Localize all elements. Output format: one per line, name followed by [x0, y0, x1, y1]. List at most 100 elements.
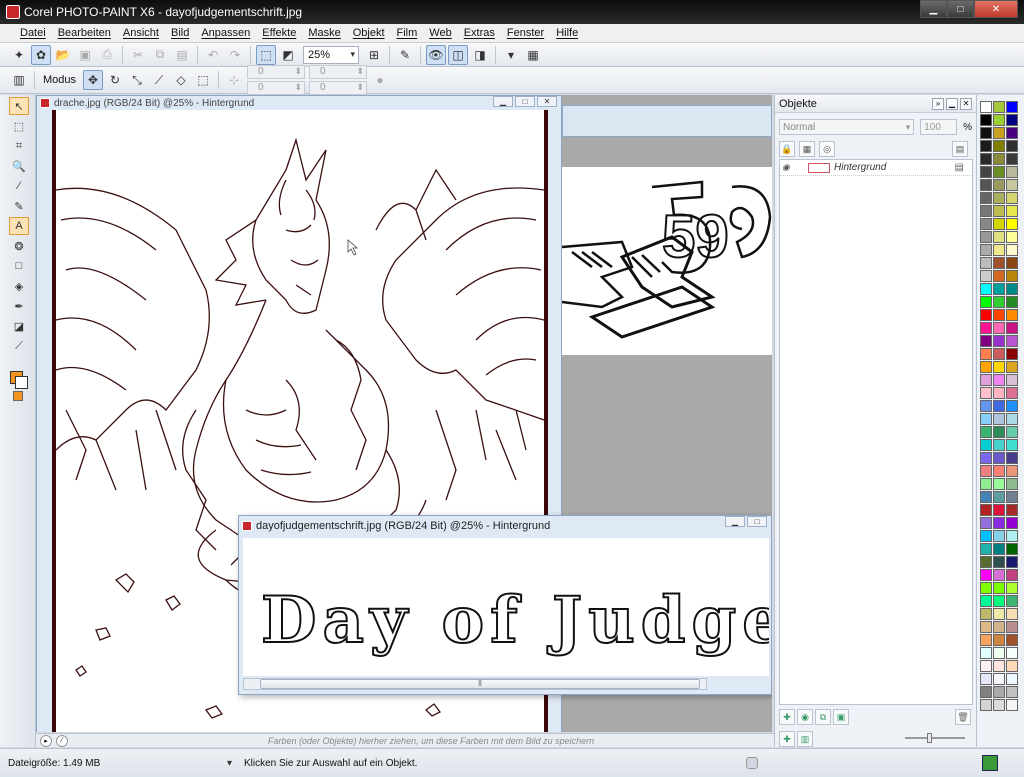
- color-swatch[interactable]: [1006, 647, 1018, 659]
- color-swatch[interactable]: [1006, 205, 1018, 217]
- maximize-button[interactable]: □: [947, 0, 974, 18]
- color-swatch[interactable]: [980, 322, 992, 334]
- apply-icon[interactable]: ●: [370, 70, 390, 90]
- color-swatch[interactable]: [1006, 465, 1018, 477]
- color-swatch[interactable]: [993, 582, 1005, 594]
- width-field[interactable]: 0: [309, 65, 368, 79]
- color-swatch[interactable]: [1006, 387, 1018, 399]
- menu-item-ansicht[interactable]: Ansicht: [117, 27, 165, 39]
- menu-item-effekte[interactable]: Effekte: [256, 27, 302, 39]
- color-swatch[interactable]: [993, 452, 1005, 464]
- color-swatch[interactable]: [980, 283, 992, 295]
- document-title-bar[interactable]: drache.jpg (RGB/24 Bit) @25% - Hintergru…: [37, 96, 561, 110]
- visibility-eye-icon[interactable]: ◉: [782, 162, 794, 173]
- docker-close-button[interactable]: ✕: [960, 97, 972, 110]
- color-swatch[interactable]: [1006, 452, 1018, 464]
- color-swatch[interactable]: [993, 231, 1005, 243]
- color-swatch[interactable]: [993, 374, 1005, 386]
- color-swatch[interactable]: [993, 218, 1005, 230]
- dayofjudgement-image-canvas[interactable]: Day of Judgeme: [243, 538, 769, 676]
- color-swatch[interactable]: [980, 478, 992, 490]
- effect-tool-icon[interactable]: ❂: [9, 237, 29, 255]
- color-swatch[interactable]: [993, 673, 1005, 685]
- color-swatch[interactable]: [1006, 634, 1018, 646]
- add-lens-icon[interactable]: ✚: [779, 731, 795, 747]
- color-swatch[interactable]: [993, 517, 1005, 529]
- color-swatch[interactable]: [980, 465, 992, 477]
- color-swatch[interactable]: [993, 192, 1005, 204]
- color-swatch[interactable]: [1006, 673, 1018, 685]
- color-swatch[interactable]: [1006, 491, 1018, 503]
- paint-tool-icon[interactable]: ✒: [9, 297, 29, 315]
- color-swatch[interactable]: [980, 543, 992, 555]
- color-swatch[interactable]: [993, 426, 1005, 438]
- color-swatch[interactable]: [1006, 309, 1018, 321]
- color-swatch[interactable]: [980, 192, 992, 204]
- color-swatch[interactable]: [993, 556, 1005, 568]
- color-swatch[interactable]: [980, 231, 992, 243]
- color-swatch[interactable]: [980, 244, 992, 256]
- document-title-bar[interactable]: dayofjudgementschrift.jpg (RGB/24 Bit) @…: [239, 516, 771, 536]
- x-position-field[interactable]: 0: [247, 65, 306, 79]
- color-swatch[interactable]: [1006, 322, 1018, 334]
- menu-item-film[interactable]: Film: [391, 27, 424, 39]
- color-swatch[interactable]: [980, 140, 992, 152]
- color-swatch[interactable]: [1006, 283, 1018, 295]
- color-swatch[interactable]: [980, 205, 992, 217]
- color-swatch[interactable]: [1006, 244, 1018, 256]
- color-swatch[interactable]: [1006, 374, 1018, 386]
- color-swatch[interactable]: [980, 270, 992, 282]
- color-swatch[interactable]: [980, 439, 992, 451]
- color-swatch[interactable]: [993, 140, 1005, 152]
- color-swatch[interactable]: [993, 361, 1005, 373]
- color-swatch[interactable]: [980, 569, 992, 581]
- scrollbar-thumb[interactable]: ⦀: [260, 679, 700, 689]
- open-folder-icon[interactable]: 📂: [53, 45, 73, 65]
- color-swatch[interactable]: [993, 413, 1005, 425]
- zoom-level-select[interactable]: 25%: [303, 45, 359, 64]
- color-swatch[interactable]: [1006, 517, 1018, 529]
- lock-icon[interactable]: 🔒: [779, 141, 795, 157]
- menu-item-bild[interactable]: Bild: [165, 27, 195, 39]
- file-size-status[interactable]: Dateigröße: 1.49 MB: [8, 758, 232, 769]
- zoom-fit-icon[interactable]: ⊞: [364, 45, 384, 65]
- color-swatch[interactable]: [993, 621, 1005, 633]
- height-field[interactable]: 0: [309, 81, 368, 95]
- color-swatch[interactable]: [1006, 166, 1018, 178]
- color-swatch[interactable]: [980, 621, 992, 633]
- color-swatch[interactable]: [980, 296, 992, 308]
- color-swatch[interactable]: [980, 348, 992, 360]
- color-swatch[interactable]: [1006, 478, 1018, 490]
- fill-color-swatch[interactable]: [13, 391, 23, 401]
- color-swatch[interactable]: [1006, 621, 1018, 633]
- color-swatch[interactable]: [993, 491, 1005, 503]
- color-swatch[interactable]: [993, 387, 1005, 399]
- color-swatch[interactable]: [993, 127, 1005, 139]
- color-swatch[interactable]: [993, 569, 1005, 581]
- distort-mode-icon[interactable]: ◇: [171, 70, 191, 90]
- zoom-tool-icon[interactable]: 🔍: [9, 157, 29, 175]
- color-swatch[interactable]: [980, 608, 992, 620]
- color-swatch[interactable]: [980, 374, 992, 386]
- color-swatch[interactable]: [993, 166, 1005, 178]
- color-swatch[interactable]: [993, 608, 1005, 620]
- docker-minimize-button[interactable]: ▁: [946, 97, 958, 110]
- document-window-dayofjudgement[interactable]: dayofjudgementschrift.jpg (RGB/24 Bit) @…: [238, 515, 772, 695]
- color-swatch[interactable]: [1006, 569, 1018, 581]
- color-swatch[interactable]: [1006, 348, 1018, 360]
- menu-item-hilfe[interactable]: Hilfe: [550, 27, 584, 39]
- color-swatch[interactable]: [1006, 686, 1018, 698]
- color-swatch[interactable]: [993, 465, 1005, 477]
- color-swatch[interactable]: [993, 660, 1005, 672]
- color-swatch[interactable]: [993, 335, 1005, 347]
- brush-tool-icon[interactable]: ⟋: [9, 337, 29, 355]
- undo-icon[interactable]: ↶: [203, 45, 223, 65]
- color-swatch[interactable]: [993, 647, 1005, 659]
- object-row[interactable]: ◉ Hintergrund ▤: [780, 160, 972, 176]
- document-minimize-button[interactable]: ▁: [493, 96, 513, 107]
- color-swatch[interactable]: [993, 504, 1005, 516]
- save-icon[interactable]: ▣: [75, 45, 95, 65]
- color-swatch[interactable]: [993, 543, 1005, 555]
- opacity-field[interactable]: 100: [920, 119, 958, 135]
- background-color-swatch[interactable]: [15, 376, 28, 389]
